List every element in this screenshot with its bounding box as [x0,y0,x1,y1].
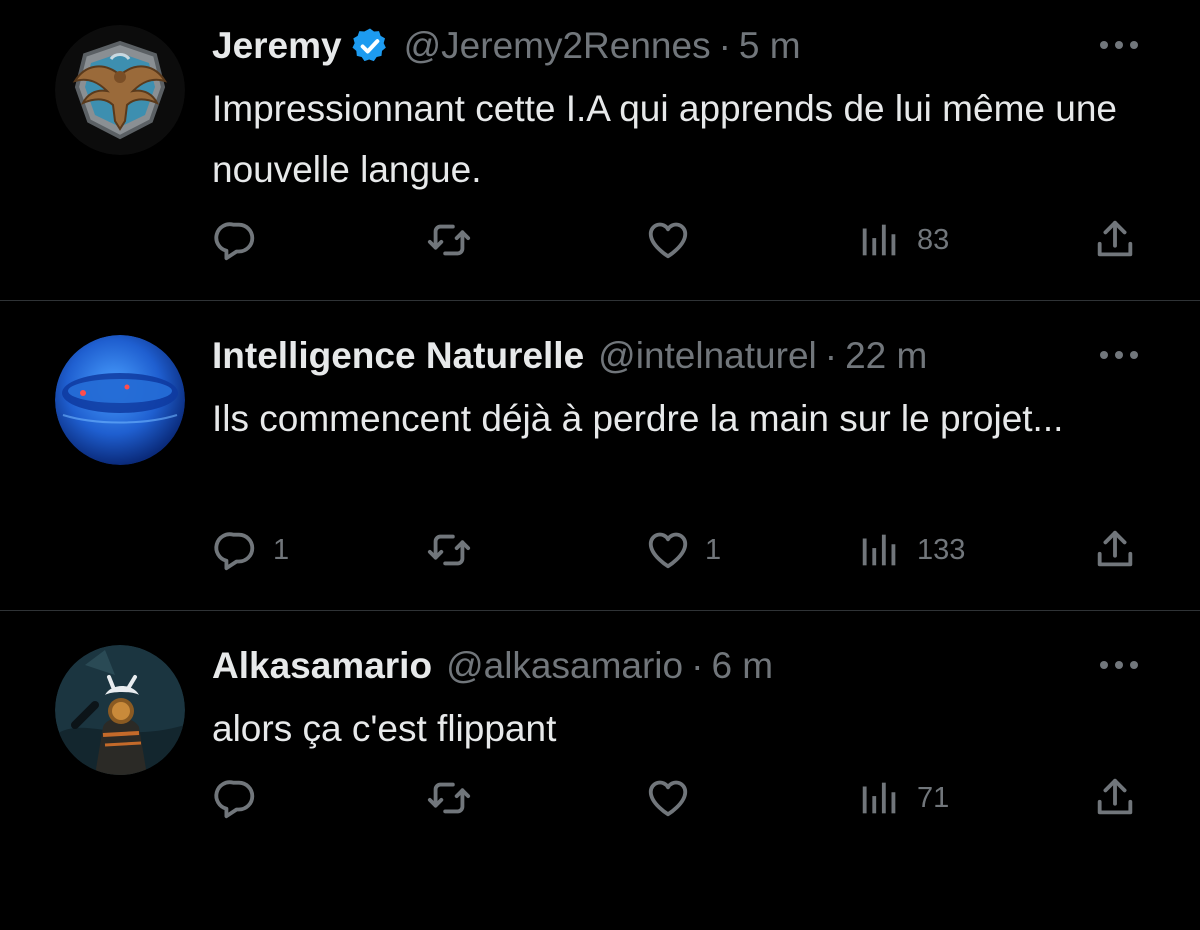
retweet-button[interactable] [426,212,472,268]
like-button[interactable]: 1 [645,522,721,578]
reply-count: 1 [273,533,290,566]
avatar[interactable] [55,335,185,465]
retweet-icon [426,775,472,821]
tweet[interactable]: Intelligence Naturelle @intelnaturel · 2… [0,310,1200,620]
views-button[interactable]: 71 [857,770,949,826]
views-chart-icon [857,217,903,263]
avatar[interactable] [55,645,185,775]
reply-button[interactable] [213,770,273,826]
avatar[interactable] [55,25,185,155]
share-icon [1092,527,1138,573]
heart-icon [645,775,691,821]
share-icon [1092,775,1138,821]
timestamp[interactable]: 22 m [845,335,927,377]
character-avatar-icon [55,645,185,775]
display-name[interactable]: Jeremy [212,25,342,67]
eagle-crest-icon [55,25,185,155]
like-count: 1 [705,533,722,566]
tweet-actions: 1 1 133 [0,522,1200,578]
more-options-icon[interactable] [1098,658,1140,672]
separator-dot: · [691,645,704,686]
tweet-actions: 83 [0,212,1200,268]
reply-icon [213,217,259,263]
views-count: 83 [917,223,950,256]
user-handle[interactable]: @alkasamario [446,645,683,687]
display-name[interactable]: Intelligence Naturelle [212,335,584,377]
divider [0,300,1200,301]
views-button[interactable]: 133 [857,522,965,578]
share-button[interactable] [1092,522,1138,578]
heart-icon [645,217,691,263]
user-handle[interactable]: @intelnaturel [598,335,817,377]
retweet-button[interactable] [426,522,472,578]
share-icon [1092,217,1138,263]
tweet-header: Alkasamario @alkasamario · 6 m [212,640,773,692]
separator-dot: · [718,25,731,66]
timestamp[interactable]: 6 m [711,645,773,687]
views-chart-icon [857,527,903,573]
timestamp[interactable]: 5 m [739,25,801,67]
tweet[interactable]: Jeremy @Jeremy2Rennes · 5 m Impressionna… [0,0,1200,310]
retweet-button[interactable] [426,770,472,826]
more-options-icon[interactable] [1098,348,1140,362]
blue-sphere-icon [55,335,185,465]
retweet-icon [426,527,472,573]
views-chart-icon [857,775,903,821]
tweet-text: alors ça c'est flippant [212,708,557,749]
tweet-text: Ils commencent déjà à perdre la main sur… [212,398,1064,439]
more-options-icon[interactable] [1098,38,1140,52]
tweet-actions: 71 [0,770,1200,826]
like-button[interactable] [645,212,705,268]
divider [0,610,1200,611]
tweet-header: Jeremy @Jeremy2Rennes · 5 m [212,20,801,72]
reply-icon [213,775,259,821]
reply-button[interactable]: 1 [213,522,289,578]
views-count: 71 [917,781,950,814]
tweet[interactable]: Alkasamario @alkasamario · 6 m alors ça … [0,620,1200,930]
views-count: 133 [917,533,966,566]
share-button[interactable] [1092,770,1138,826]
separator-dot: · [824,335,838,376]
reply-icon [213,527,259,573]
heart-icon [645,527,691,573]
like-button[interactable] [645,770,705,826]
user-handle[interactable]: @Jeremy2Rennes [404,25,711,67]
share-button[interactable] [1092,212,1138,268]
views-button[interactable]: 83 [857,212,949,268]
tweet-text: Impressionnant cette I.A qui apprends de… [212,88,1117,190]
display-name[interactable]: Alkasamario [212,645,432,687]
retweet-icon [426,217,472,263]
verified-badge-icon [350,26,390,66]
tweet-header: Intelligence Naturelle @intelnaturel · 2… [212,330,927,382]
reply-button[interactable] [213,212,273,268]
